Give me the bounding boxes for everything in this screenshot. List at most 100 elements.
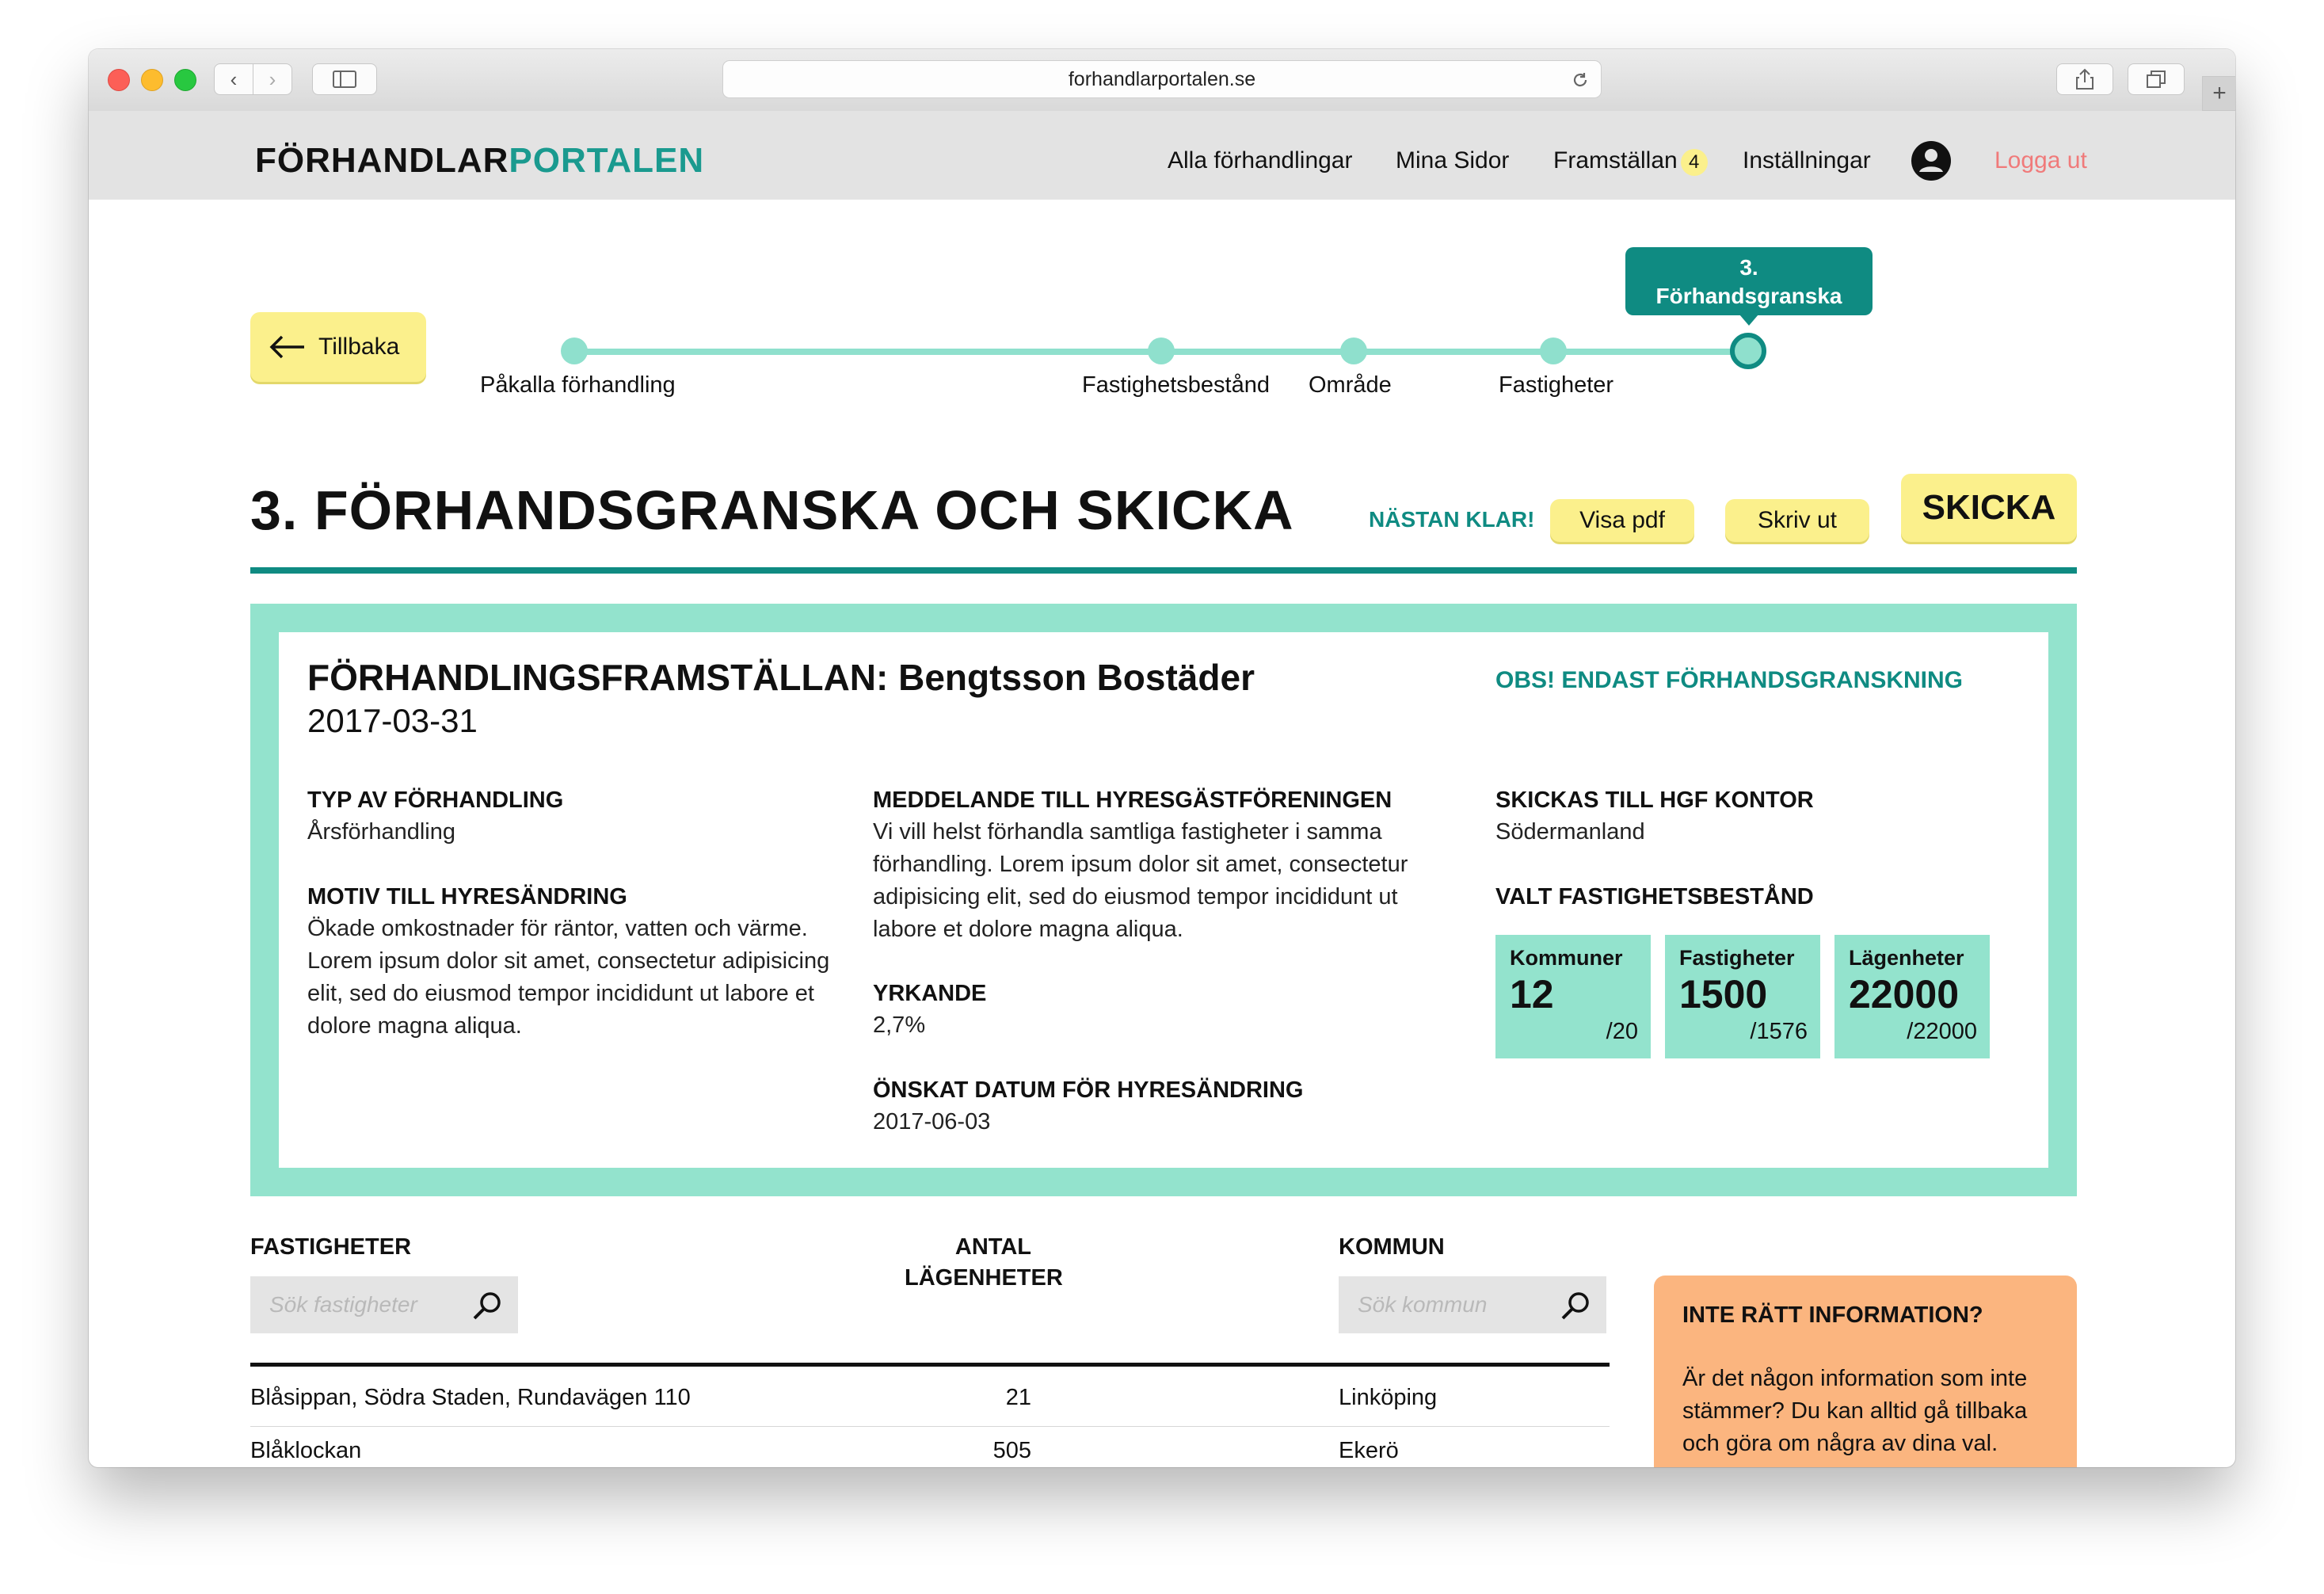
- search-icon[interactable]: [472, 1291, 502, 1321]
- stat-total: /22000: [1907, 1019, 1977, 1044]
- nav-mina-sidor[interactable]: Mina Sidor: [1396, 147, 1509, 174]
- step-label-omrade[interactable]: Område: [1309, 372, 1392, 398]
- back-button[interactable]: Tillbaka: [250, 312, 426, 382]
- info-box-title: INTE RÄTT INFORMATION?: [1682, 1302, 1983, 1328]
- yrkande-title: YRKANDE: [873, 981, 987, 1006]
- info-box-text: Är det någon information som inte stämme…: [1682, 1366, 2028, 1456]
- col-header-antal-line1: ANTAL: [954, 1234, 1031, 1260]
- datum-title: ÖNSKAT DATUM FÖR HYRESÄNDRING: [873, 1077, 1304, 1103]
- col-header-antal: ANTAL LÄGENHETER: [905, 1234, 1063, 1291]
- stat-lagenheter: Lägenheter 22000 /22000: [1834, 935, 1990, 1058]
- meddelande-title: MEDDELANDE TILL HYRESGÄSTFÖRENINGEN: [873, 787, 1392, 813]
- browser-toolbar: ‹ › forhandlarportalen.se +: [89, 49, 2235, 112]
- stat-total: /20: [1606, 1019, 1638, 1044]
- user-account-icon[interactable]: [1911, 140, 1952, 181]
- info-box: INTE RÄTT INFORMATION? Är det någon info…: [1654, 1276, 2077, 1467]
- nav-framstallan[interactable]: Framställan 4: [1553, 147, 1708, 176]
- arrow-left-icon: [269, 335, 304, 359]
- nav-installningar[interactable]: Inställningar: [1743, 147, 1871, 174]
- stat-total: /1576: [1750, 1019, 1808, 1044]
- reload-icon[interactable]: [1571, 71, 1590, 90]
- preview-date: 2017-03-31: [307, 702, 478, 739]
- skicka-button[interactable]: SKICKA: [1901, 474, 2077, 542]
- step-dot-fastigheter[interactable]: [1540, 337, 1567, 364]
- chevron-left-icon: ‹: [230, 67, 238, 91]
- stat-label: Fastigheter: [1679, 946, 1795, 970]
- tooltip-pointer: [1739, 315, 1758, 326]
- skriv-ut-button[interactable]: Skriv ut: [1725, 499, 1869, 542]
- search-kommun-input[interactable]: [1356, 1291, 1533, 1318]
- framstallan-count-badge: 4: [1680, 149, 1708, 176]
- motiv-title: MOTIV TILL HYRESÄNDRING: [307, 884, 627, 909]
- close-window-button[interactable]: [108, 69, 130, 91]
- stat-value: 1500: [1679, 972, 1768, 1016]
- title-underline: [250, 567, 2077, 574]
- logo-part-2: PORTALEN: [509, 141, 705, 180]
- url-text: forhandlarportalen.se: [1068, 67, 1256, 90]
- tabs-overview-button[interactable]: [2128, 63, 2185, 95]
- step-dot-pakalla[interactable]: [561, 337, 588, 364]
- typ-value: Årsförhandling: [307, 819, 455, 845]
- stat-value: 22000: [1849, 972, 1960, 1016]
- search-kommun[interactable]: [1339, 1276, 1606, 1333]
- preview-heading: FÖRHANDLINGSFRAMSTÄLLAN: Bengtsson Bostä…: [307, 657, 1255, 698]
- status-text: NÄSTAN KLAR!: [1369, 507, 1535, 532]
- datum-value: 2017-06-03: [873, 1109, 991, 1134]
- row-lagenheter-count: 21: [1005, 1385, 1031, 1410]
- page-title: 3. FÖRHANDSGRANSKA OCH SKICKA: [250, 479, 1294, 541]
- sidebar-toggle-button[interactable]: [312, 63, 377, 95]
- forward-nav-button[interactable]: ›: [253, 63, 292, 95]
- table-row[interactable]: Blåklockan 505 Ekerö: [250, 1427, 1610, 1467]
- current-step-tooltip: 3. Förhandsgranska & skicka: [1625, 247, 1873, 337]
- site-header: FÖRHANDLARPORTALEN Alla förhandlingar Mi…: [89, 111, 2235, 200]
- back-nav-button[interactable]: ‹: [214, 63, 253, 95]
- yrkande-value: 2,7%: [873, 1012, 926, 1038]
- search-fastigheter-input[interactable]: [268, 1291, 445, 1318]
- step-dot-fastighetsbestand[interactable]: [1148, 337, 1175, 364]
- minimize-window-button[interactable]: [141, 69, 163, 91]
- chevron-right-icon: ›: [269, 67, 276, 91]
- stat-kommuner: Kommuner 12 /20: [1495, 935, 1651, 1058]
- row-fastighet-name: Blåklockan: [250, 1438, 362, 1463]
- step-dot-omrade[interactable]: [1340, 337, 1367, 364]
- table-header-rule: [250, 1363, 1610, 1367]
- address-bar[interactable]: forhandlarportalen.se: [722, 60, 1602, 98]
- logo-part-1: FÖRHANDLAR: [255, 141, 509, 180]
- col-header-kommun: KOMMUN: [1339, 1234, 1445, 1260]
- new-tab-button[interactable]: +: [2202, 76, 2235, 111]
- typ-title: TYP AV FÖRHANDLING: [307, 787, 564, 813]
- step-label-fastigheter[interactable]: Fastigheter: [1499, 372, 1613, 398]
- kontor-value: Södermanland: [1495, 819, 1645, 845]
- nav-framstallan-label: Framställan: [1553, 147, 1678, 174]
- step-label-fastighetsbestand[interactable]: Fastighetsbestånd: [1082, 372, 1270, 398]
- kontor-title: SKICKAS TILL HGF KONTOR: [1495, 787, 1814, 813]
- col-header-fastigheter: FASTIGHETER: [250, 1234, 412, 1260]
- meddelande-value: Vi vill helst förhandla samtliga fastigh…: [873, 819, 1408, 942]
- logout-link[interactable]: Logga ut: [1994, 147, 2087, 174]
- preview-notice: OBS! ENDAST FÖRHANDSGRANSKNING: [1495, 667, 1964, 693]
- share-button[interactable]: [2056, 63, 2113, 95]
- row-fastighet-name: Blåsippan, Södra Staden, Rundavägen 110: [250, 1385, 691, 1410]
- row-kommun: Ekerö: [1339, 1438, 1399, 1463]
- table-row[interactable]: Blåsippan, Södra Staden, Rundavägen 110 …: [250, 1377, 1610, 1427]
- stat-value: 12: [1510, 972, 1554, 1016]
- bestand-title: VALT FASTIGHETSBESTÅND: [1495, 884, 1814, 909]
- stat-label: Lägenheter: [1849, 946, 1964, 970]
- browser-window: ‹ › forhandlarportalen.se + FÖRHANDLARPO…: [89, 49, 2235, 1467]
- sidebar-icon: [333, 71, 356, 88]
- nav-alla-forhandlingar[interactable]: Alla förhandlingar: [1168, 147, 1352, 174]
- search-fastigheter[interactable]: [250, 1276, 518, 1333]
- zoom-window-button[interactable]: [174, 69, 196, 91]
- step-label-pakalla[interactable]: Påkalla förhandling: [480, 372, 676, 398]
- motiv-value: Ökade omkostnader för räntor, vatten och…: [307, 916, 830, 1039]
- share-icon: [2076, 68, 2094, 90]
- site-logo[interactable]: FÖRHANDLARPORTALEN: [255, 141, 704, 181]
- stat-label: Kommuner: [1510, 946, 1623, 970]
- visa-pdf-button[interactable]: Visa pdf: [1550, 499, 1694, 542]
- back-button-label: Tillbaka: [318, 334, 400, 360]
- plus-icon: +: [2212, 80, 2227, 106]
- search-icon[interactable]: [1560, 1291, 1591, 1321]
- col-header-antal-line2: LÄGENHETER: [905, 1265, 1063, 1291]
- row-lagenheter-count: 505: [992, 1438, 1031, 1463]
- stat-fastigheter: Fastigheter 1500 /1576: [1665, 935, 1820, 1058]
